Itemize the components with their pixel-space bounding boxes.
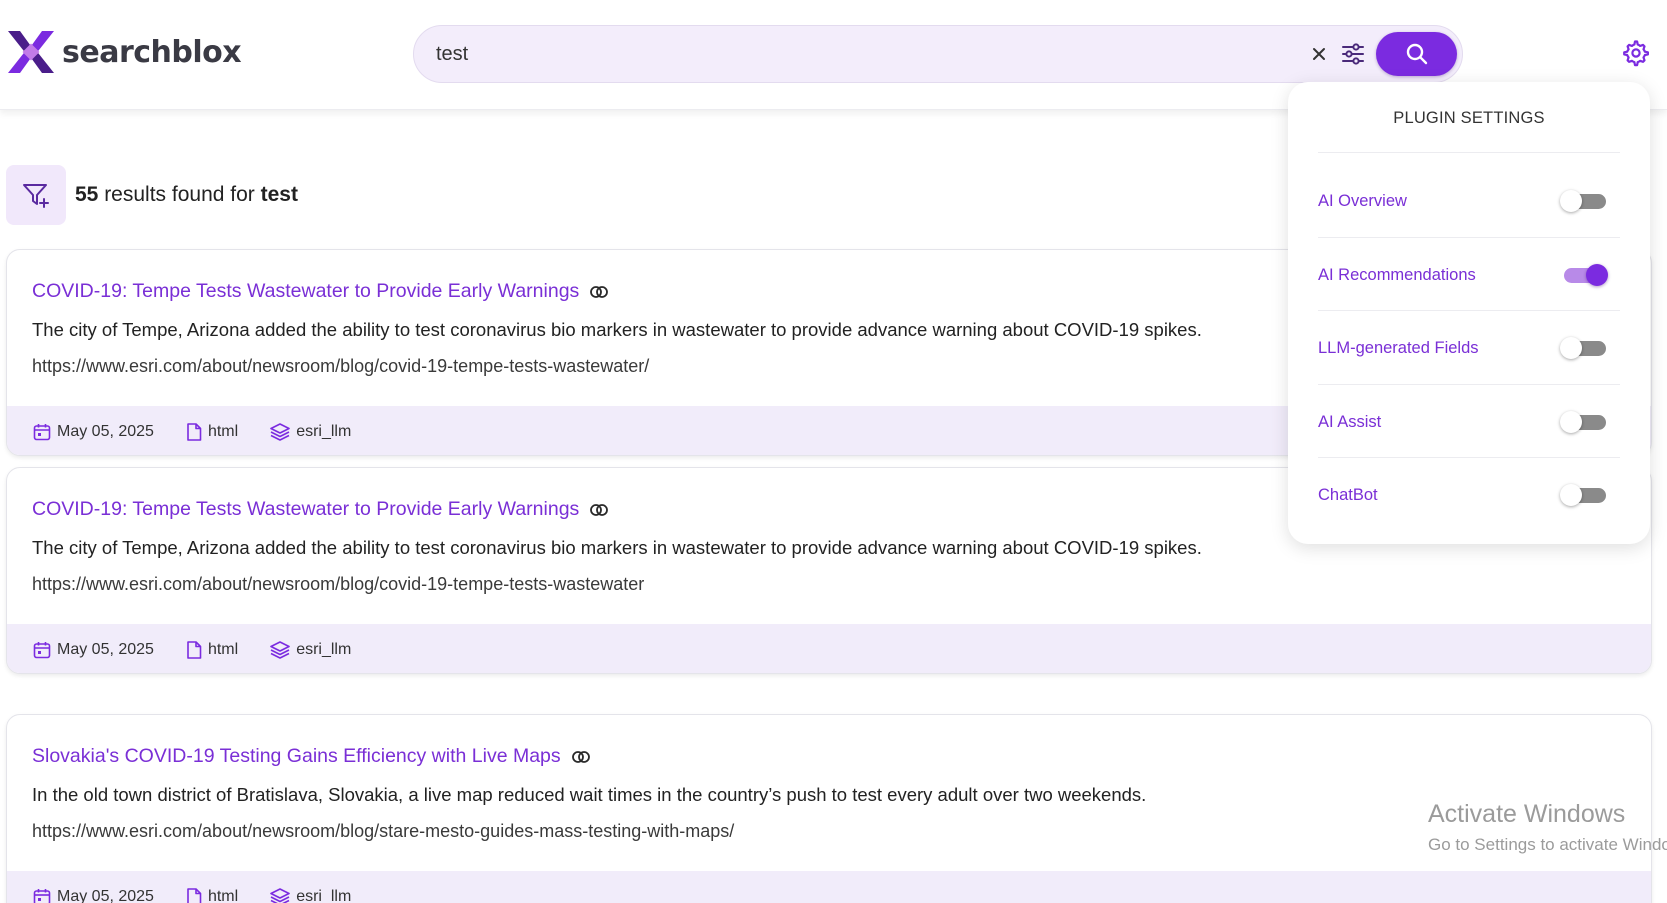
result-collection: esri_llm [270, 423, 351, 441]
results-summary-text: results found for [98, 183, 261, 206]
result-date-text: May 05, 2025 [57, 887, 154, 903]
setting-llm-generated-fields: LLM-generated Fields [1318, 328, 1620, 368]
file-icon [187, 422, 202, 441]
plugin-settings-title: PLUGIN SETTINGS [1393, 109, 1545, 127]
result-date-text: May 05, 2025 [57, 422, 154, 440]
calendar-icon [33, 641, 51, 658]
result-title-link[interactable]: COVID-19: Tempe Tests Wastewater to Prov… [32, 498, 609, 521]
result-description: The city of Tempe, Arizona added the abi… [32, 537, 1202, 558]
setting-label: LLM-generated Fields [1318, 338, 1479, 357]
search-bar [413, 25, 1463, 83]
result-title: COVID-19: Tempe Tests Wastewater to Prov… [32, 280, 580, 302]
setting-ai-overview: AI Overview [1318, 181, 1620, 221]
divider [1318, 237, 1620, 238]
calendar-icon [33, 423, 51, 440]
result-title-link[interactable]: Slovakia's COVID-19 Testing Gains Effici… [32, 745, 591, 768]
layers-icon [270, 887, 290, 903]
link-icon[interactable] [589, 285, 609, 299]
setting-label: ChatBot [1318, 485, 1378, 504]
result-type-text: html [207, 887, 239, 903]
activate-windows-watermark: Activate Windows Go to Settings to activ… [1428, 800, 1667, 855]
result-date: May 05, 2025 [33, 888, 154, 903]
setting-label: AI Overview [1318, 191, 1407, 210]
link-icon[interactable] [589, 503, 609, 517]
results-summary: 55 results found for test [75, 183, 298, 207]
layers-icon [270, 422, 290, 441]
filter-plus-icon [23, 184, 49, 208]
result-description: The city of Tempe, Arizona added the abi… [32, 319, 1202, 340]
result-meta-bar: May 05, 2025 html esri_llm [7, 624, 1651, 673]
link-icon[interactable] [571, 750, 591, 764]
setting-ai-recommendations: AI Recommendations [1318, 255, 1620, 295]
chatbot-toggle[interactable] [1560, 484, 1606, 506]
result-collection-text: esri_llm [296, 640, 352, 658]
result-type: html [186, 888, 238, 903]
ai-overview-toggle[interactable] [1560, 190, 1606, 212]
brand-name: searchblox [62, 34, 242, 70]
gear-icon[interactable] [1620, 38, 1650, 68]
result-date: May 05, 2025 [33, 423, 154, 441]
llm-generated-fields-toggle[interactable] [1560, 337, 1606, 359]
result-meta-bar: May 05, 2025 html esri_llm [7, 871, 1651, 903]
file-icon [187, 640, 202, 659]
result-url[interactable]: https://www.esri.com/about/newsroom/blog… [32, 574, 644, 595]
file-icon [187, 887, 202, 903]
ai-assist-toggle[interactable] [1560, 411, 1606, 433]
divider [1318, 152, 1620, 153]
setting-ai-assist: AI Assist [1318, 402, 1620, 442]
search-input[interactable] [436, 26, 1296, 82]
result-type: html [186, 641, 238, 659]
layers-icon [270, 640, 290, 659]
setting-label: AI Assist [1318, 412, 1382, 431]
result-type: html [186, 423, 238, 441]
result-date: May 05, 2025 [33, 641, 154, 659]
search-button[interactable] [1376, 32, 1457, 76]
results-query: test [260, 183, 298, 206]
result-url[interactable]: https://www.esri.com/about/newsroom/blog… [32, 821, 734, 842]
sliders-icon[interactable] [1338, 39, 1368, 69]
setting-label: AI Recommendations [1318, 265, 1476, 284]
watermark-line-2: Go to Settings to activate Windows. [1428, 835, 1667, 854]
result-collection-text: esri_llm [296, 422, 352, 440]
result-collection-text: esri_llm [296, 887, 352, 903]
close-icon[interactable] [1306, 41, 1332, 67]
result-url[interactable]: https://www.esri.com/about/newsroom/blog… [32, 356, 649, 377]
result-collection: esri_llm [270, 641, 351, 659]
result-title: COVID-19: Tempe Tests Wastewater to Prov… [32, 498, 580, 520]
calendar-icon [33, 888, 51, 903]
result-type-text: html [207, 640, 239, 658]
setting-chatbot: ChatBot [1318, 475, 1620, 515]
searchblox-logo-mark-icon [8, 31, 54, 73]
result-type-text: html [207, 422, 239, 440]
result-card: Slovakia's COVID-19 Testing Gains Effici… [6, 714, 1652, 903]
result-description: In the old town district of Bratislava, … [32, 784, 1147, 805]
searchblox-logo[interactable]: searchblox [6, 27, 242, 77]
result-date-text: May 05, 2025 [57, 640, 154, 658]
divider [1318, 384, 1620, 385]
divider [1318, 310, 1620, 311]
results-count: 55 [75, 183, 99, 206]
add-filter-button[interactable] [6, 165, 66, 225]
result-title-link[interactable]: COVID-19: Tempe Tests Wastewater to Prov… [32, 280, 609, 303]
divider [1318, 457, 1620, 458]
plugin-settings-panel: PLUGIN SETTINGS AI Overview AI Recommend… [1288, 82, 1650, 544]
watermark-line-1: Activate Windows [1428, 800, 1626, 828]
ai-recommendations-toggle[interactable] [1560, 264, 1608, 286]
result-title: Slovakia's COVID-19 Testing Gains Effici… [32, 745, 561, 767]
search-icon [1406, 43, 1427, 65]
result-collection: esri_llm [270, 888, 351, 903]
